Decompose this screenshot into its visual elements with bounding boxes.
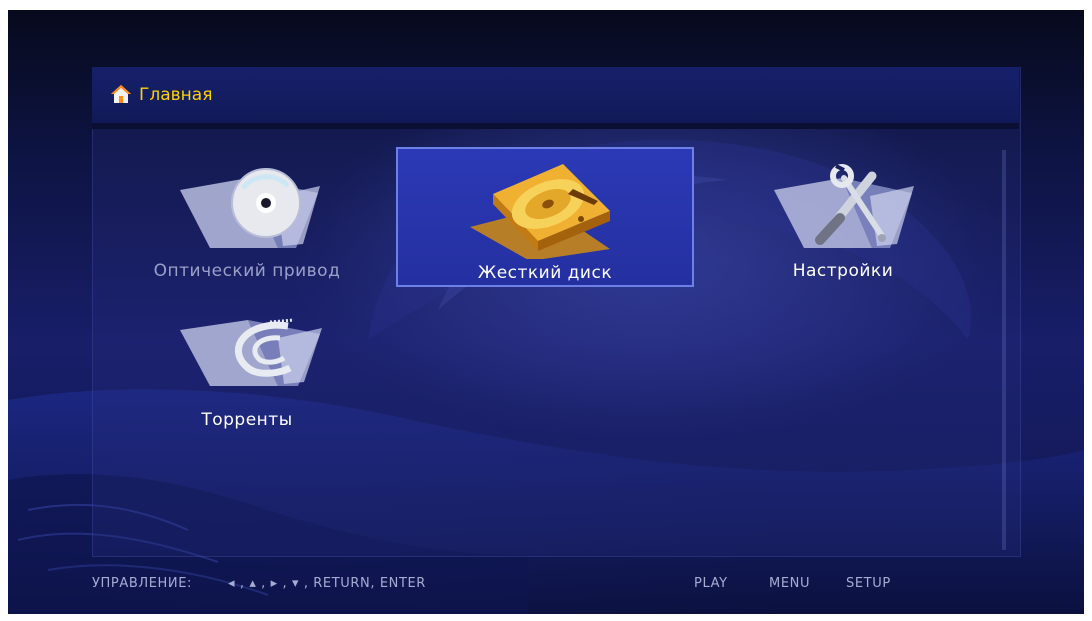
play-hint[interactable]: PLAY [694,576,728,591]
scrollbar[interactable] [1002,150,1006,550]
menu-item-label: Оптический привод [153,261,341,281]
optical-disc-icon [180,168,320,248]
header-bar: Главная [92,67,1019,129]
controls-label: УПРАВЛЕНИЕ: [92,576,193,591]
setup-hint[interactable]: SETUP [846,576,891,591]
media-player-screen: Главная Оптический привод Жесткий диск Н… [8,10,1084,614]
menu-item-settings[interactable]: Настройки [694,148,992,288]
menu-item-optical-drive[interactable]: Оптический привод [98,148,396,288]
footer-hints: УПРАВЛЕНИЕ: ◂ , ▴ , ▸ , ▾ , RETURN, ENTE… [8,576,1084,598]
menu-hint[interactable]: MENU [769,576,810,591]
menu-item-label: Настройки [792,261,894,281]
controls-keys: ◂ , ▴ , ▸ , ▾ , RETURN, ENTER [228,576,426,591]
menu-item-label: Торренты [201,410,293,430]
menu-item-torrents[interactable]: Торренты [98,298,396,438]
menu-item-hard-disk[interactable]: Жесткий диск [396,147,694,287]
home-icon [111,85,131,103]
menu-item-label: Жесткий диск [477,263,613,283]
hard-disk-icon [470,164,610,259]
torrent-icon [180,318,322,386]
page-title: Главная [139,85,213,105]
settings-tools-icon [774,164,914,248]
